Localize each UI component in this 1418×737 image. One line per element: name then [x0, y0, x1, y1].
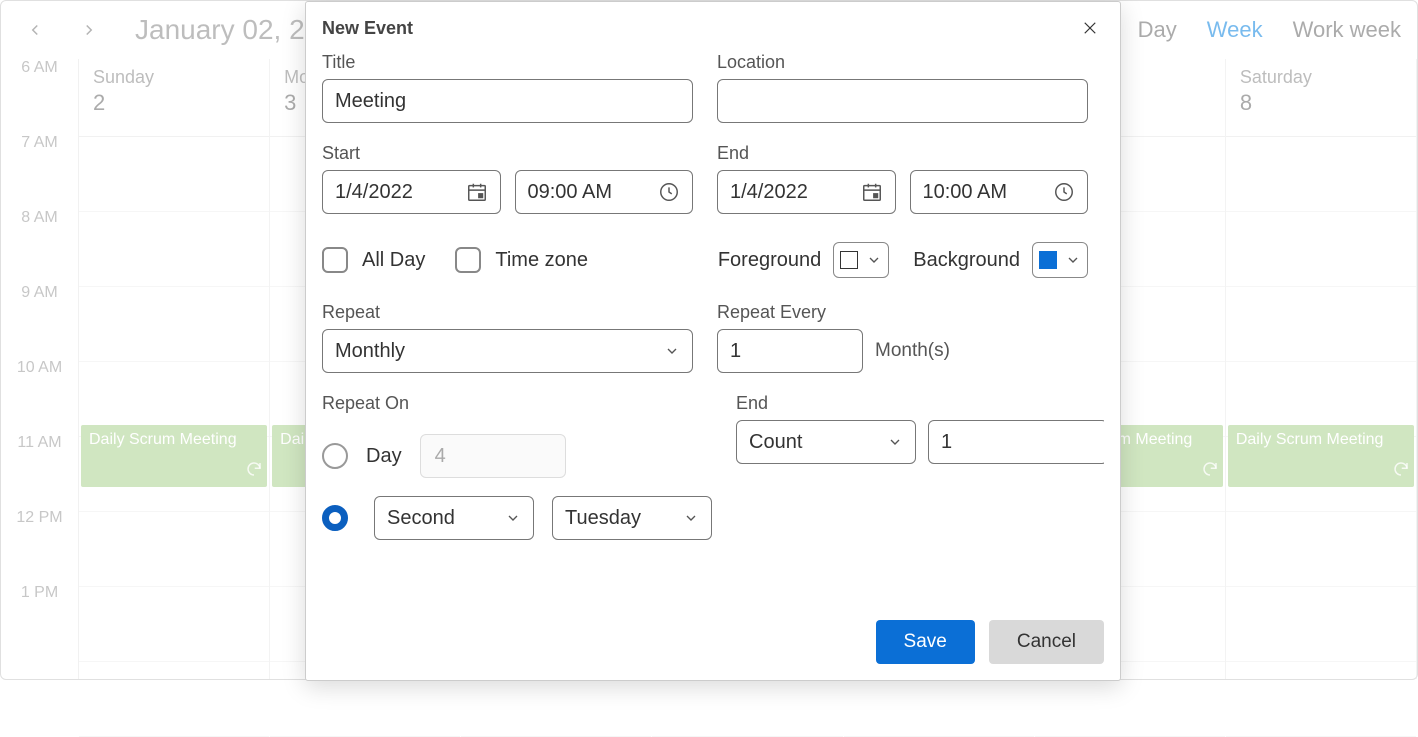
repeat-every-label: Repeat Every — [717, 302, 1088, 323]
end-time-value: 10:00 AM — [923, 181, 1008, 204]
end-date-value: 1/4/2022 — [730, 181, 808, 204]
ordinal-value: Second — [387, 507, 455, 530]
repeat-every-input[interactable]: 1 — [717, 329, 863, 373]
dialog-heading: New Event — [322, 18, 413, 39]
chevron-down-icon — [683, 510, 699, 526]
weekday-value: Tuesday — [565, 507, 641, 530]
next-icon[interactable] — [71, 12, 107, 48]
start-time-value: 09:00 AM — [528, 181, 613, 204]
chevron-down-icon — [866, 252, 882, 268]
day-column: Saturday8Daily Scrum Meeting — [1226, 59, 1417, 679]
recurring-icon — [1392, 460, 1410, 483]
background-label: Background — [913, 249, 1020, 272]
repeat-on-label: Repeat On — [322, 393, 712, 414]
end-count-value: 1 — [941, 431, 952, 454]
chevron-down-icon — [664, 343, 680, 359]
end-type-value: Count — [749, 431, 802, 454]
save-label: Save — [904, 631, 947, 653]
repeat-label: Repeat — [322, 302, 693, 323]
day-column: Sunday2Daily Scrum Meeting — [79, 59, 270, 679]
location-input[interactable] — [717, 79, 1088, 123]
chevron-down-icon — [887, 434, 903, 450]
tab-day[interactable]: Day — [1138, 17, 1177, 43]
chevron-down-icon — [505, 510, 521, 526]
chevron-down-icon — [1065, 252, 1081, 268]
repeat-on-day-radio[interactable] — [322, 443, 348, 469]
time-slot: 8 AM — [1, 209, 78, 284]
clock-icon — [1053, 181, 1075, 203]
calendar-event[interactable]: Daily Scrum Meeting — [81, 425, 267, 487]
location-label: Location — [717, 52, 1088, 73]
end-time-input[interactable]: 10:00 AM — [910, 170, 1089, 214]
checkbox-icon — [322, 247, 348, 273]
repeat-every-unit: Month(s) — [875, 340, 950, 362]
end-type-select[interactable]: Count — [736, 420, 916, 464]
ordinal-select[interactable]: Second — [374, 496, 534, 540]
repeat-on-day-label: Day — [366, 445, 402, 468]
clock-icon — [658, 181, 680, 203]
end-count-input[interactable]: 1 — [928, 420, 1104, 464]
time-slot: 6 AM — [1, 59, 78, 134]
color-swatch-white — [840, 251, 858, 269]
title-label: Title — [322, 52, 693, 73]
day-number-input: 4 — [420, 434, 566, 478]
tab-workweek[interactable]: Work week — [1293, 17, 1401, 43]
end-label: End — [717, 143, 1088, 164]
color-swatch-blue — [1039, 251, 1057, 269]
recurring-icon — [245, 460, 263, 483]
foreground-picker[interactable] — [833, 242, 889, 278]
cancel-button[interactable]: Cancel — [989, 620, 1104, 664]
repeat-on-ordinal-radio[interactable] — [322, 505, 348, 531]
start-label: Start — [322, 143, 693, 164]
timezone-label: Time zone — [495, 249, 588, 272]
repeat-every-value: 1 — [730, 340, 741, 363]
recurring-icon — [1201, 460, 1219, 483]
time-slot: 9 AM — [1, 284, 78, 359]
close-button[interactable] — [1076, 14, 1104, 42]
prev-icon[interactable] — [17, 12, 53, 48]
repeat-select[interactable]: Monthly — [322, 329, 693, 373]
start-time-input[interactable]: 09:00 AM — [515, 170, 694, 214]
allday-label: All Day — [362, 249, 425, 272]
calendar-event[interactable]: Daily Scrum Meeting — [1228, 425, 1414, 487]
timezone-checkbox[interactable]: Time zone — [455, 247, 588, 273]
repeat-value: Monthly — [335, 340, 405, 363]
calendar-icon — [861, 181, 883, 203]
save-button[interactable]: Save — [876, 620, 975, 664]
new-event-dialog: New Event Title Meeting Location Start 1… — [305, 1, 1121, 681]
allday-checkbox[interactable]: All Day — [322, 247, 425, 273]
title-input[interactable]: Meeting — [322, 79, 693, 123]
time-slot: 12 PM — [1, 509, 78, 584]
day-number-value: 4 — [435, 445, 446, 468]
end-type-label: End — [736, 393, 1104, 414]
start-date-value: 1/4/2022 — [335, 181, 413, 204]
start-date-input[interactable]: 1/4/2022 — [322, 170, 501, 214]
checkbox-icon — [455, 247, 481, 273]
time-slot: 10 AM — [1, 359, 78, 434]
background-picker[interactable] — [1032, 242, 1088, 278]
time-slot: 11 AM — [1, 434, 78, 509]
weekday-select[interactable]: Tuesday — [552, 496, 712, 540]
calendar-icon — [466, 181, 488, 203]
end-date-input[interactable]: 1/4/2022 — [717, 170, 896, 214]
time-gutter: 6 AM7 AM8 AM9 AM10 AM11 AM12 PM1 PM — [1, 59, 79, 679]
title-value: Meeting — [335, 90, 406, 113]
time-slot: 1 PM — [1, 584, 78, 659]
foreground-label: Foreground — [718, 249, 821, 272]
tab-week[interactable]: Week — [1207, 17, 1263, 43]
cancel-label: Cancel — [1017, 631, 1076, 653]
close-icon — [1081, 19, 1099, 37]
time-slot: 7 AM — [1, 134, 78, 209]
